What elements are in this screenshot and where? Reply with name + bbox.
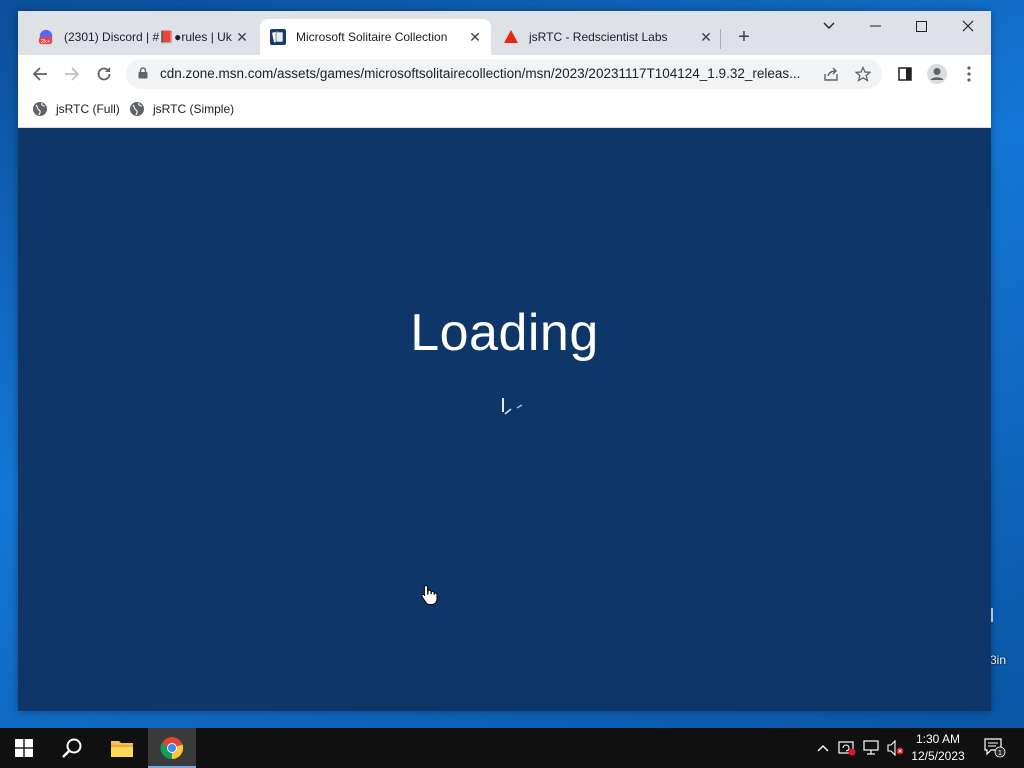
globe-icon bbox=[130, 102, 144, 116]
bookmark-star-icon[interactable] bbox=[853, 64, 873, 84]
tab-title: (2301) Discord | #📕●rules | Uk bbox=[64, 30, 232, 44]
tab-title: Microsoft Solitaire Collection bbox=[296, 30, 448, 44]
tab-solitaire[interactable]: Microsoft Solitaire Collection ✕ bbox=[260, 19, 491, 55]
taskbar: 1:30 AM 12/5/2023 1 bbox=[0, 728, 1024, 768]
maximize-button[interactable] bbox=[898, 11, 944, 41]
recycle-bin-label[interactable]: 3in bbox=[990, 653, 1006, 667]
page-content[interactable]: Loading bbox=[18, 128, 991, 711]
search-icon[interactable] bbox=[48, 728, 96, 768]
clock-date: 12/5/2023 bbox=[911, 749, 965, 763]
address-bar[interactable]: cdn.zone.msn.com/assets/games/microsofts… bbox=[126, 59, 882, 89]
redscientist-icon bbox=[503, 29, 519, 45]
action-center-icon[interactable]: 1 bbox=[978, 728, 1012, 768]
browser-window: 2k+ (2301) Discord | #📕●rules | Uk ✕ Mic… bbox=[18, 11, 991, 711]
chrome-icon[interactable] bbox=[148, 728, 196, 768]
tab-search-button[interactable] bbox=[806, 11, 852, 41]
share-icon[interactable] bbox=[821, 64, 841, 84]
profile-icon[interactable] bbox=[925, 62, 949, 86]
lock-icon[interactable] bbox=[138, 67, 148, 79]
bookmark-label: jsRTC (Full) bbox=[56, 102, 120, 116]
url-text[interactable]: cdn.zone.msn.com/assets/games/microsofts… bbox=[160, 66, 815, 81]
globe-icon bbox=[33, 102, 47, 116]
tab-strip: 2k+ (2301) Discord | #📕●rules | Uk ✕ Mic… bbox=[18, 11, 991, 55]
hand-cursor-icon bbox=[421, 584, 438, 606]
menu-kebab-icon[interactable] bbox=[957, 62, 981, 86]
file-explorer-icon[interactable] bbox=[98, 728, 146, 768]
update-icon[interactable] bbox=[836, 728, 858, 768]
forward-button[interactable] bbox=[60, 62, 84, 86]
loading-text: Loading bbox=[410, 304, 599, 362]
back-button[interactable] bbox=[28, 62, 52, 86]
close-icon[interactable]: ✕ bbox=[698, 29, 714, 45]
bookmarks-bar: jsRTC (Full) jsRTC (Simple) bbox=[18, 93, 991, 128]
new-tab-button[interactable]: + bbox=[733, 26, 755, 48]
bookmark-jsrtc-full[interactable]: jsRTC (Full) bbox=[32, 101, 120, 117]
tab-title: jsRTC - Redscientist Labs bbox=[529, 30, 668, 44]
bookmark-jsrtc-simple[interactable]: jsRTC (Simple) bbox=[129, 101, 234, 117]
recycle-bin-icon[interactable] bbox=[991, 608, 993, 622]
start-icon[interactable] bbox=[0, 728, 48, 768]
reload-button[interactable] bbox=[92, 62, 116, 86]
bookmark-label: jsRTC (Simple) bbox=[153, 102, 235, 116]
notification-badge: 2k+ bbox=[41, 39, 51, 45]
close-icon[interactable]: ✕ bbox=[467, 29, 483, 45]
side-panel-icon[interactable] bbox=[893, 62, 917, 86]
notification-count: 1 bbox=[998, 750, 1002, 757]
solitaire-icon bbox=[270, 29, 286, 45]
network-icon[interactable] bbox=[860, 728, 882, 768]
toolbar: cdn.zone.msn.com/assets/games/microsofts… bbox=[18, 55, 991, 93]
close-icon[interactable]: ✕ bbox=[234, 29, 250, 45]
tab-jsrtc[interactable]: jsRTC - Redscientist Labs ✕ bbox=[493, 19, 722, 55]
loading-spinner-icon bbox=[502, 398, 523, 415]
volume-muted-icon[interactable] bbox=[884, 728, 906, 768]
close-window-button[interactable] bbox=[945, 11, 991, 41]
discord-icon: 2k+ bbox=[38, 29, 54, 45]
clock[interactable]: 1:30 AM 12/5/2023 bbox=[905, 731, 971, 765]
minimize-button[interactable] bbox=[852, 11, 898, 41]
clock-time: 1:30 AM bbox=[915, 732, 961, 746]
chevron-up-icon[interactable] bbox=[812, 728, 834, 768]
tab-discord[interactable]: 2k+ (2301) Discord | #📕●rules | Uk ✕ bbox=[28, 19, 258, 55]
tab-separator bbox=[720, 29, 721, 49]
